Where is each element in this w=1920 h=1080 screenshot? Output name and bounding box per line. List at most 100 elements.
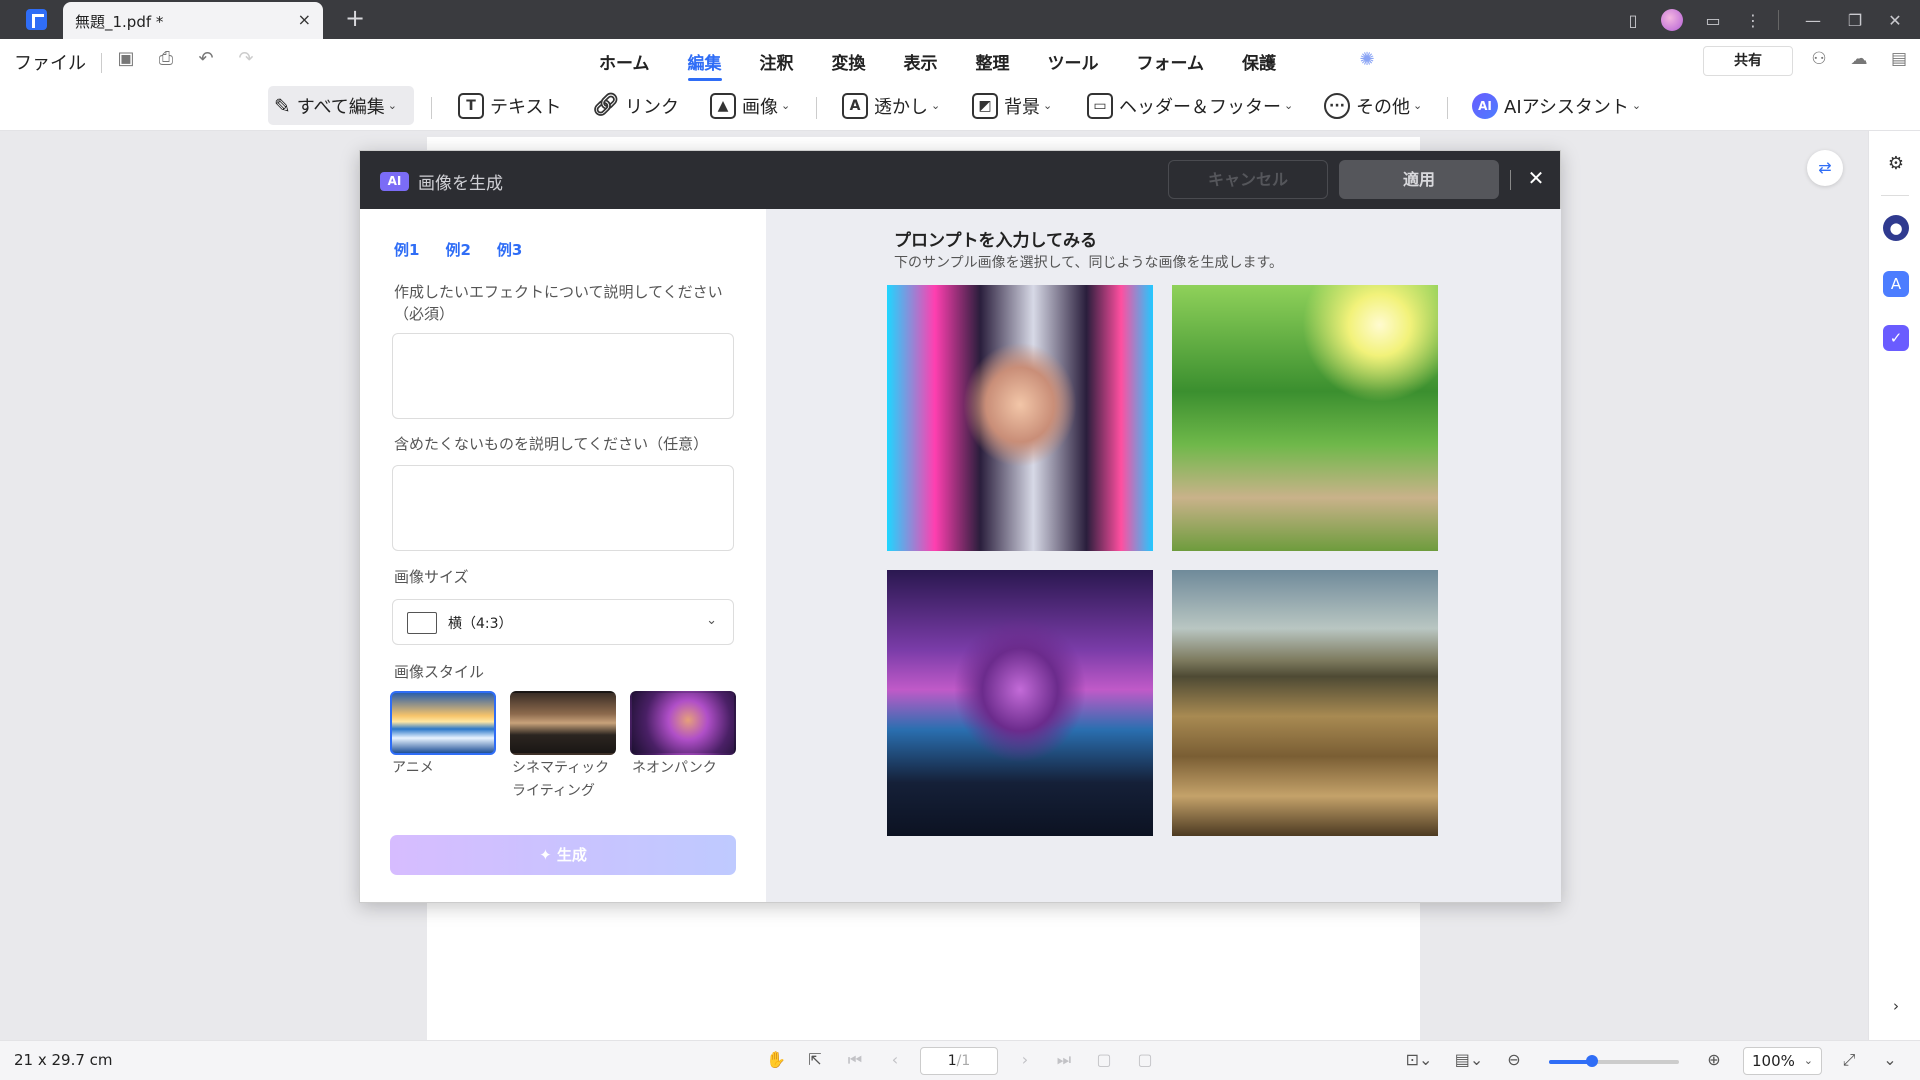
- close-dialog-icon[interactable]: ✕: [1524, 166, 1548, 192]
- dialog-header: AI 画像を生成 キャンセル 適用 ✕: [360, 151, 1560, 209]
- tab-tools[interactable]: ツール: [1029, 39, 1118, 83]
- restore-icon[interactable]: ❐: [1842, 6, 1868, 34]
- tab-protect[interactable]: 保護: [1223, 39, 1295, 83]
- prev-page-icon[interactable]: ‹: [884, 1050, 906, 1072]
- style-cinematic-label: シネマティックライティング: [512, 760, 610, 799]
- print-icon[interactable]: ⎙: [154, 48, 178, 72]
- actual-size-icon[interactable]: ⊡⌄: [1402, 1050, 1436, 1072]
- zoom-out-icon[interactable]: ⊖: [1503, 1050, 1525, 1072]
- exclude-description-input[interactable]: [392, 465, 734, 551]
- ai-bot-icon[interactable]: ●: [1883, 215, 1909, 241]
- edit-all-button[interactable]: ✎ すべて編集 ⌄: [268, 86, 414, 125]
- page-layout-icon[interactable]: ▤⌄: [1452, 1050, 1486, 1072]
- zoom-slider-handle[interactable]: [1585, 1055, 1598, 1067]
- style-anime[interactable]: アニメ: [390, 691, 496, 803]
- zoom-level-select[interactable]: 100% ⌄: [1743, 1047, 1822, 1075]
- fit-page-icon[interactable]: ▢: [1093, 1050, 1115, 1072]
- example-1-link[interactable]: 例1: [394, 239, 419, 260]
- example-2-link[interactable]: 例2: [445, 239, 470, 260]
- total-pages: /1: [956, 1053, 971, 1069]
- image-size-select[interactable]: 横（4:3） ⌄: [392, 599, 734, 645]
- hand-tool-icon[interactable]: ✋: [765, 1050, 787, 1072]
- titlebar-divider: [1778, 10, 1779, 30]
- feedback-icon[interactable]: ▭: [1700, 6, 1726, 34]
- tab-form[interactable]: フォーム: [1118, 39, 1224, 83]
- properties-sliders-icon[interactable]: ⚙: [1883, 151, 1909, 177]
- watermark-tool-label: 透かし: [874, 96, 928, 118]
- task-check-icon[interactable]: ✓: [1883, 325, 1909, 351]
- share-button[interactable]: 共有: [1703, 46, 1793, 76]
- translate-icon[interactable]: A: [1883, 271, 1909, 297]
- select-tool-icon[interactable]: ⇱: [804, 1050, 826, 1072]
- aspect-ratio-icon: [407, 612, 437, 634]
- chevron-down-icon: ⌄: [1631, 99, 1642, 112]
- image-size-value: 横（4:3）: [448, 616, 513, 632]
- style-cinematic-lighting[interactable]: シネマティックライティング: [510, 691, 616, 803]
- image-style-options: アニメ シネマティックライティング ネオンパンク: [390, 691, 736, 803]
- close-window-icon[interactable]: ✕: [1882, 6, 1908, 34]
- right-sidebar: ⚙ ● A ✓ ›: [1868, 131, 1920, 1040]
- zoom-slider[interactable]: [1549, 1055, 1679, 1067]
- first-page-icon[interactable]: ⏮: [844, 1050, 866, 1072]
- next-page-icon[interactable]: ›: [1014, 1050, 1036, 1072]
- example-3-link[interactable]: 例3: [497, 239, 522, 260]
- background-icon: ◩: [972, 92, 998, 119]
- zoom-in-icon[interactable]: ⊕: [1703, 1050, 1725, 1072]
- generate-button[interactable]: ✦ 生成: [390, 835, 736, 875]
- expand-sidebar-icon[interactable]: ›: [1883, 993, 1909, 1019]
- tab-view[interactable]: 表示: [885, 39, 957, 83]
- cloud-upload-icon[interactable]: ☁: [1848, 49, 1870, 71]
- minimize-icon[interactable]: —: [1800, 6, 1826, 34]
- sample-image-anime-kids[interactable]: [1172, 285, 1438, 551]
- background-tool-button[interactable]: ◩ 背景 ⌄: [966, 86, 1058, 125]
- apply-button[interactable]: 適用: [1339, 160, 1499, 199]
- save-icon[interactable]: ▣: [114, 48, 138, 72]
- effect-description-label: 作成したいエフェクトについて説明してください（必須）: [394, 283, 723, 323]
- sample-image-cyberpunk-girl[interactable]: [887, 285, 1153, 551]
- more-options-icon[interactable]: ⋮: [1740, 6, 1766, 34]
- lightbulb-icon[interactable]: ✺: [1356, 49, 1378, 71]
- tab-organize[interactable]: 整理: [957, 39, 1029, 83]
- tab-home[interactable]: ホーム: [580, 39, 669, 83]
- text-tool-button[interactable]: T テキスト: [452, 86, 567, 125]
- style-anime-label: アニメ: [392, 760, 434, 776]
- user-avatar[interactable]: [1659, 6, 1685, 34]
- mobile-device-icon[interactable]: ▯: [1620, 6, 1646, 34]
- close-tab-icon[interactable]: ×: [298, 10, 311, 29]
- ai-assistant-label: AIアシスタント: [1504, 96, 1629, 118]
- effect-description-input[interactable]: [392, 333, 734, 419]
- header-footer-tool-button[interactable]: ▭ ヘッダー＆フッター ⌄: [1081, 86, 1299, 125]
- collapse-status-icon[interactable]: ⌄: [1879, 1050, 1901, 1072]
- file-menu[interactable]: ファイル: [14, 49, 86, 75]
- cancel-button[interactable]: キャンセル: [1168, 160, 1328, 199]
- sample-image-neon-robot[interactable]: [887, 570, 1153, 836]
- new-tab-button[interactable]: +: [345, 4, 365, 32]
- prompt-suggestion-title: プロンプトを入力してみる: [894, 231, 1097, 251]
- link-tool-label: リンク: [625, 96, 679, 118]
- chevron-down-icon: ⌄: [1043, 99, 1053, 112]
- watermark-tool-button[interactable]: A 透かし ⌄: [836, 86, 946, 125]
- tab-edit[interactable]: 編集: [669, 39, 741, 83]
- translate-doc-icon[interactable]: ⇄: [1807, 150, 1843, 186]
- panel-icon[interactable]: ▤: [1888, 49, 1910, 71]
- sample-image-windmill-field[interactable]: [1172, 570, 1438, 836]
- image-tool-button[interactable]: ▲ 画像 ⌄: [704, 86, 796, 125]
- style-neon-punk[interactable]: ネオンパンク: [630, 691, 736, 803]
- fullscreen-icon[interactable]: ⤢: [1838, 1050, 1860, 1072]
- style-cinematic-thumbnail: [510, 691, 616, 755]
- link-tool-button[interactable]: 🔗︎ リンク: [587, 86, 685, 125]
- last-page-icon[interactable]: ⏭: [1053, 1050, 1075, 1072]
- app-logo-icon[interactable]: [26, 9, 47, 30]
- main-tabs: ホーム 編集 注釈 変換 表示 整理 ツール フォーム 保護: [580, 39, 1295, 83]
- undo-icon[interactable]: ↶: [194, 48, 218, 72]
- more-tool-button[interactable]: ··· その他 ⌄: [1318, 86, 1428, 125]
- tab-annotate[interactable]: 注釈: [741, 39, 813, 83]
- connect-icon[interactable]: ⚇: [1808, 49, 1830, 71]
- redo-icon[interactable]: ↷: [234, 48, 258, 72]
- rotate-icon[interactable]: ▢: [1134, 1050, 1156, 1072]
- image-style-label: 画像スタイル: [394, 663, 485, 681]
- ai-assistant-button[interactable]: AI AIアシスタント ⌄: [1466, 86, 1647, 125]
- page-number-input[interactable]: 1/1: [920, 1047, 998, 1075]
- tab-convert[interactable]: 変換: [813, 39, 885, 83]
- document-tab[interactable]: 無題_1.pdf * ×: [63, 2, 323, 39]
